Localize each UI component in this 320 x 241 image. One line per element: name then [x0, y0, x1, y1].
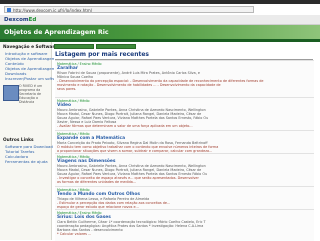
item-title[interactable]: Sírius: Lois dos Gases	[57, 215, 111, 220]
list-item[interactable]: Matemática / Médio Vídeo Mauro Ambrosino…	[55, 97, 314, 130]
tab[interactable]	[54, 44, 94, 49]
item-title[interactable]: Viagens nas Dimensões	[57, 159, 115, 164]
brand-left: Dexcom	[4, 17, 29, 23]
list-item[interactable]: Matemática / Médio Tendo a Mundo com Out…	[55, 186, 314, 209]
content-tabs	[54, 44, 316, 49]
list-item[interactable]: Matemática / Médio Viagens nas Dimensões…	[55, 153, 314, 186]
sidebar-heading: Navegação e Software	[3, 45, 58, 50]
site-brand[interactable]: DexcomEd	[4, 17, 36, 23]
item-line: seus pares.	[57, 87, 77, 91]
sidebar: Navegação e Software Introdução e softwa…	[0, 42, 69, 240]
list-title: Listagem por mais recentes	[55, 51, 313, 60]
sidebar-item[interactable]: Ferramentas de ajuda	[5, 159, 48, 164]
list-item[interactable]: Matemática / Médio Expande com a Matemát…	[55, 130, 314, 153]
tab[interactable]	[96, 44, 136, 49]
brand-right: Ed	[28, 17, 37, 23]
list-item[interactable]: Matemática / Ensino Médio Sírius: Lois d…	[55, 209, 314, 241]
rived-logo-icon	[3, 85, 19, 101]
list-item[interactable]: Matemática / Ensino Médio Zaralhar Rilso…	[55, 60, 314, 97]
item-title[interactable]: Vídeo	[57, 103, 71, 108]
address-bar-url: http://www.dexcom.ic.ufrj/lo/index.html	[13, 8, 92, 13]
toolbar	[0, 15, 320, 25]
favicon-icon	[7, 8, 11, 12]
item-line: - Avaliar fórmas que determinam o valor …	[57, 124, 193, 128]
window-titlebar	[0, 0, 320, 4]
site-title: Objetos de Aprendizagem Ric	[4, 29, 109, 36]
browser-window: http://www.dexcom.ic.ufrj/lo/index.html …	[0, 0, 320, 241]
sidebar-heading: Outros Links	[3, 138, 34, 143]
logo-caption: O RIVED é um programa da Secretaria de E…	[19, 84, 43, 104]
address-bar[interactable]: http://www.dexcom.ic.ufrj/lo/index.html	[4, 6, 254, 13]
item-title[interactable]: Zaralhar	[57, 66, 78, 71]
item-line: * Calcular valores ...	[57, 232, 92, 236]
item-line: as formas de diferentes unidades de medi…	[57, 180, 137, 184]
item-title[interactable]: Tendo a Mundo com Outros Olhos	[57, 192, 140, 197]
item-title[interactable]: Expande com a Matemática	[57, 136, 125, 141]
